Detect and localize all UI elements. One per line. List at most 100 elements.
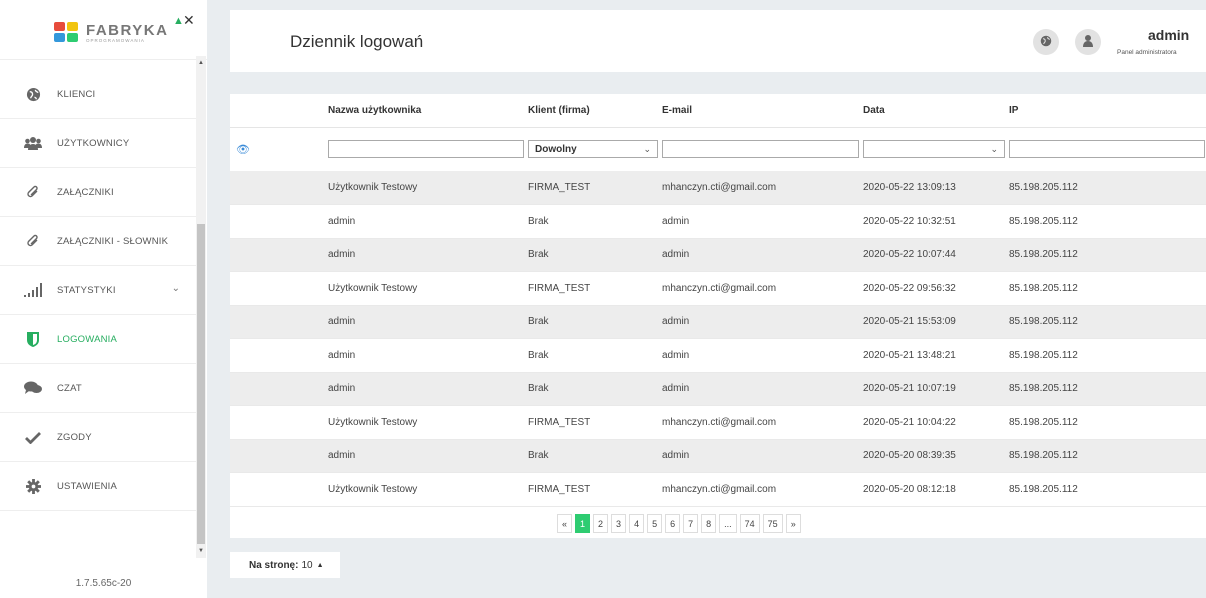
scroll-up-icon[interactable]: ▲ — [198, 60, 204, 66]
page-button[interactable]: 6 — [665, 514, 681, 533]
cell-ip: 85.198.205.112 — [1009, 305, 1206, 339]
cell-email: admin — [662, 305, 863, 339]
gear-icon — [23, 478, 43, 494]
user-role: Panel administratora — [1117, 49, 1177, 56]
sidebar-item-klienci[interactable]: KLIENCI — [0, 70, 196, 119]
row-actions-cell — [230, 171, 328, 205]
page-button[interactable]: ... — [719, 514, 737, 533]
table-row[interactable]: admin Brak admin 2020-05-20 08:39:35 85.198.… — [230, 439, 1206, 473]
sidebar-item-label: ZAŁĄCZNIKI - SŁOWNIK — [57, 235, 169, 247]
eye-icon[interactable]: 👁 — [230, 144, 250, 156]
cell-client: Brak — [528, 338, 662, 373]
cell-client: FIRMA_TEST — [528, 271, 662, 306]
sidebar-item-label: CZAT — [57, 382, 82, 394]
sidebar-item-zalaczniki[interactable]: ZAŁĄCZNIKI — [0, 168, 196, 217]
sidebar-item-label: UŻYTKOWNICY — [57, 137, 130, 149]
pagination: «1 2 3 4 5 6 7 8... 74 75» — [557, 514, 801, 533]
cell-ip: 85.198.205.112 — [1009, 372, 1206, 406]
client-filter-select[interactable]: Dowolny ⌄ — [528, 140, 658, 159]
sidebar-item-czat[interactable]: CZAT — [0, 364, 196, 413]
cell-date: 2020-05-20 08:39:35 — [863, 439, 1009, 473]
chevron-down-icon: ⌄ — [643, 143, 651, 154]
sidebar-scrollbar[interactable]: ▲ ▼ — [196, 56, 206, 558]
logo-mark-icon — [54, 22, 80, 44]
column-header-client[interactable]: Klient (firma) — [528, 94, 662, 128]
column-header-date[interactable]: Data — [863, 94, 1009, 128]
cell-email: admin — [662, 238, 863, 272]
row-actions-cell — [230, 439, 328, 473]
logo-area: FABRYKA OPROGRAMOWANIA ▲ ✕ — [0, 0, 207, 60]
cell-email: mhanczyn.cti@gmail.com — [662, 405, 863, 440]
next-page-button[interactable]: » — [785, 514, 801, 533]
per-page-label: Na stronę: — [249, 559, 299, 571]
sidebar-item-ustawienia[interactable]: USTAWIENIA — [0, 462, 196, 511]
prev-page-button[interactable]: « — [557, 514, 573, 533]
page-button[interactable]: 3 — [611, 514, 627, 533]
cell-date: 2020-05-22 09:56:32 — [863, 271, 1009, 306]
cell-client: FIRMA_TEST — [528, 472, 662, 507]
table-row[interactable]: admin Brak admin 2020-05-22 10:32:51 85.198.… — [230, 204, 1206, 239]
table-row[interactable]: admin Brak admin 2020-05-21 15:53:09 85.198.… — [230, 305, 1206, 339]
username-filter-input[interactable] — [328, 140, 524, 159]
scrollbar-thumb[interactable] — [197, 224, 205, 544]
cell-ip: 85.198.205.112 — [1009, 238, 1206, 272]
cell-username: admin — [328, 372, 528, 406]
page-button[interactable]: 4 — [629, 514, 645, 533]
row-actions-cell — [230, 204, 328, 239]
row-actions-cell — [230, 305, 328, 339]
page-button[interactable]: 7 — [683, 514, 699, 533]
chevron-down-icon[interactable]: ⌄ — [172, 283, 180, 294]
column-header-username[interactable]: Nazwa użytkownika — [328, 94, 528, 128]
cell-date: 2020-05-22 13:09:13 — [863, 171, 1009, 205]
check-icon — [23, 431, 43, 444]
column-header-email[interactable]: E-mail — [662, 94, 863, 128]
language-button[interactable] — [1033, 29, 1059, 55]
ip-filter-input[interactable] — [1009, 140, 1205, 159]
scroll-down-icon[interactable]: ▼ — [198, 548, 204, 554]
sidebar-item-statystyki[interactable]: STATYSTYKI ⌄ — [0, 266, 196, 315]
users-icon — [23, 136, 43, 150]
app-version: 1.7.5.65c-20 — [75, 578, 132, 589]
cell-client: Brak — [528, 238, 662, 272]
date-filter-select[interactable]: ⌄ — [863, 140, 1005, 159]
cell-ip: 85.198.205.112 — [1009, 472, 1206, 507]
row-actions-cell — [230, 338, 328, 373]
sidebar-item-logowania[interactable]: LOGOWANIA — [0, 315, 196, 364]
cell-username: Użytkownik Testowy — [328, 405, 528, 440]
cell-username: Użytkownik Testowy — [328, 171, 528, 205]
sidebar-item-uzytkownicy[interactable]: UŻYTKOWNICY — [0, 119, 196, 168]
table-row[interactable]: Użytkownik Testowy FIRMA_TEST mhanczyn.cti… — [230, 271, 1206, 306]
page-button[interactable]: 1 — [575, 514, 591, 533]
table-row[interactable]: admin Brak admin 2020-05-22 10:07:44 85.198.… — [230, 238, 1206, 272]
cell-ip: 85.198.205.112 — [1009, 171, 1206, 205]
paperclip-icon — [23, 234, 43, 249]
row-actions-cell — [230, 472, 328, 507]
logo-subtext: OPROGRAMOWANIA — [86, 37, 145, 43]
close-icon[interactable]: ✕ — [183, 12, 195, 29]
page-button[interactable]: 2 — [593, 514, 609, 533]
page-button[interactable]: 8 — [701, 514, 717, 533]
table-row[interactable]: Użytkownik Testowy FIRMA_TEST mhanczyn.cti… — [230, 171, 1206, 205]
cell-date: 2020-05-22 10:32:51 — [863, 204, 1009, 239]
table-row[interactable]: admin Brak admin 2020-05-21 10:07:19 85.198.… — [230, 372, 1206, 406]
table-row[interactable]: admin Brak admin 2020-05-21 13:48:21 85.198.… — [230, 338, 1206, 373]
cell-date: 2020-05-21 15:53:09 — [863, 305, 1009, 339]
table-row[interactable]: Użytkownik Testowy FIRMA_TEST mhanczyn.cti… — [230, 472, 1206, 507]
per-page-selector[interactable]: Na stronę: 10 ▲ — [230, 552, 340, 578]
sidebar-item-zalaczniki-slownik[interactable]: ZAŁĄCZNIKI - SŁOWNIK — [0, 217, 196, 266]
shield-icon — [23, 331, 43, 347]
sidebar-item-zgody[interactable]: ZGODY — [0, 413, 196, 462]
table-row[interactable]: Użytkownik Testowy FIRMA_TEST mhanczyn.cti… — [230, 405, 1206, 440]
page-button[interactable]: 5 — [647, 514, 663, 533]
page-button[interactable]: 75 — [762, 514, 783, 533]
email-filter-input[interactable] — [662, 140, 859, 159]
column-header-ip[interactable]: IP — [1009, 94, 1206, 128]
user-name[interactable]: admin — [1148, 27, 1189, 43]
cell-email: admin — [662, 204, 863, 239]
user-button[interactable] — [1075, 29, 1101, 55]
page-button[interactable]: 74 — [739, 514, 760, 533]
row-actions-cell — [230, 372, 328, 406]
sidebar-nav: KLIENCI UŻYTKOWNICY ZAŁĄCZNIKI ZAŁĄCZNIK… — [0, 70, 196, 511]
header: Dziennik logowań admin Panel administrat… — [230, 10, 1206, 72]
cell-username: admin — [328, 204, 528, 239]
